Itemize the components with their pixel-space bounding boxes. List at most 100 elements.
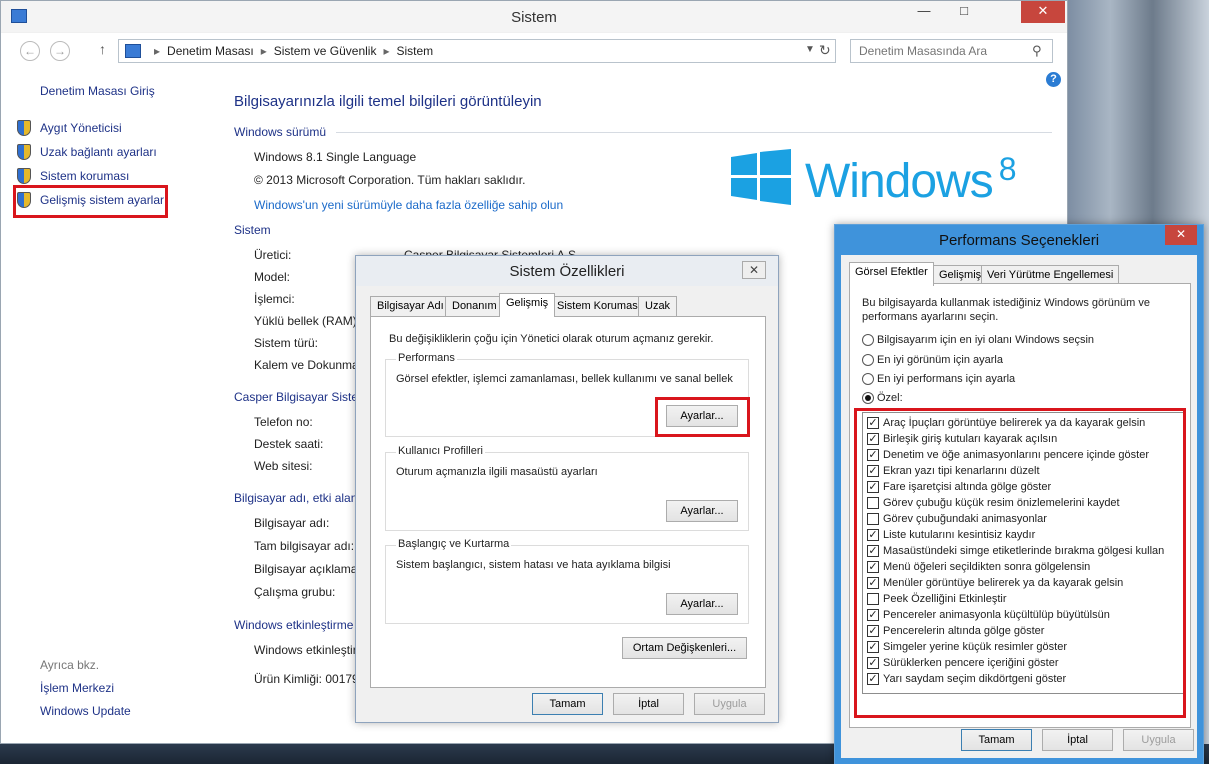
edition-value: Windows 8.1 Single Language [254, 150, 417, 164]
dialog-title: Sistem Özellikleri [509, 263, 625, 280]
forward-arrow-icon[interactable]: → [50, 41, 70, 61]
ok-button[interactable]: Tamam [961, 729, 1032, 751]
row-label: Bilgisayar adı: [254, 516, 330, 530]
row-label: Yüklü bellek (RAM): [254, 314, 361, 328]
description-text: Bu bilgisayarda kullanmak istediğiniz Wi… [862, 297, 1150, 323]
windows-logo-icon [731, 149, 791, 205]
dialog-title: Performans Seçenekleri [938, 232, 1100, 249]
row-label: Model: [254, 270, 291, 284]
row-label: Kalem ve Dokunma: [254, 358, 363, 372]
dialog-title-bar[interactable]: Performans Seçenekleri ✕ [835, 225, 1203, 255]
ok-button[interactable]: Tamam [532, 693, 603, 715]
search-box[interactable]: ⚲ [850, 39, 1053, 63]
tab-visual-effects[interactable]: Görsel Efektler [849, 262, 934, 286]
breadcrumb-item[interactable]: Sistem ve Güvenlik [274, 44, 377, 58]
search-icon[interactable]: ⚲ [1032, 43, 1042, 59]
apply-button[interactable]: Uygula [694, 693, 765, 715]
close-button[interactable]: ✕ [742, 261, 766, 279]
maximize-button[interactable]: □ [947, 1, 981, 23]
system-properties-dialog: Sistem Özellikleri ✕ Bilgisayar Adı Dona… [355, 255, 779, 723]
performance-options-dialog: Performans Seçenekleri ✕ Gelişmiş Veri Y… [834, 224, 1204, 764]
group-user-profiles: Kullanıcı Profilleri Oturum açmanızla il… [385, 445, 749, 531]
startup-settings-button[interactable]: Ayarlar... [666, 593, 738, 615]
help-icon[interactable]: ? [1046, 72, 1061, 87]
group-title: Başlangıç ve Kurtarma [396, 538, 512, 550]
tab-advanced[interactable]: Gelişmiş [933, 265, 988, 285]
tab-remote[interactable]: Uzak [638, 296, 678, 316]
tab-panel: Bu değişikliklerin çoğu için Yönetici ol… [370, 316, 766, 688]
minimize-button[interactable]: — [907, 1, 941, 23]
see-also-label: Ayrıca bkz. [40, 658, 100, 672]
row-label: Bilgisayar açıklaması: [254, 562, 371, 576]
group-text: Oturum açmanızla ilgili masaüstü ayarlar… [396, 466, 598, 478]
tab-advanced[interactable]: Gelişmiş [499, 293, 556, 317]
cancel-button[interactable]: İptal [1042, 729, 1113, 751]
row-label: İşlemci: [254, 292, 295, 306]
row-label: Tam bilgisayar adı: [254, 539, 355, 553]
highlight-box [13, 185, 168, 218]
sidebar-item-remote-settings[interactable]: Uzak bağlantı ayarları [40, 145, 157, 159]
profiles-settings-button[interactable]: Ayarlar... [666, 500, 738, 522]
address-row: ← → ↑ ▸ Denetim Masası ▸ Sistem ve Güvenlik… [1, 39, 1067, 63]
see-also-windows-update[interactable]: Windows Update [40, 704, 131, 718]
breadcrumb-item[interactable]: Denetim Masası [167, 44, 254, 58]
row-label: Web sitesi: [254, 459, 313, 473]
tab-dep[interactable]: Veri Yürütme Engellemesi [981, 265, 1120, 285]
tab-computer-name[interactable]: Bilgisayar Adı [370, 296, 451, 316]
section-heading: Sistem [234, 223, 271, 237]
back-arrow-icon[interactable]: ← [20, 41, 40, 61]
up-arrow-icon[interactable]: ↑ [99, 41, 106, 57]
title-bar[interactable]: Sistem — □ ✕ [1, 1, 1067, 33]
address-bar[interactable]: ▸ Denetim Masası ▸ Sistem ve Güvenlik ▸ Siste… [118, 39, 836, 63]
group-text: Sistem başlangıcı, sistem hatası ve hata… [396, 559, 671, 571]
dialog-title-bar[interactable]: Sistem Özellikleri ✕ [356, 256, 778, 286]
tab-system-protection[interactable]: Sistem Koruması [550, 296, 648, 316]
admin-note: Bu değişikliklerin çoğu için Yönetici ol… [389, 333, 714, 345]
row-label: Üretici: [254, 248, 292, 262]
radio-indicator[interactable] [862, 392, 874, 405]
section-heading: Windows etkinleştirme [234, 618, 354, 632]
page-title: Bilgisayarınızla ilgili temel bilgileri … [234, 93, 542, 110]
sidebar-item-device-manager[interactable]: Aygıt Yöneticisi [40, 121, 122, 135]
row-label: Telefon no: [254, 415, 313, 429]
highlight-box [655, 397, 750, 437]
shield-icon [17, 120, 33, 136]
environment-variables-button[interactable]: Ortam Değişkenleri... [622, 637, 747, 659]
radio-indicator[interactable] [862, 354, 874, 367]
shield-icon [17, 168, 33, 184]
cancel-button[interactable]: İptal [613, 693, 684, 715]
close-button[interactable]: ✕ [1021, 1, 1065, 23]
radio-custom[interactable]: Özel: [862, 392, 903, 405]
sidebar-home-link[interactable]: Denetim Masası Giriş [40, 84, 155, 98]
upgrade-link[interactable]: Windows'un yeni sürümüyle daha fazla öze… [254, 198, 563, 212]
chevron-down-icon[interactable]: ▼ [805, 44, 815, 55]
close-button[interactable]: ✕ [1165, 225, 1197, 245]
radio-best-performance[interactable]: En iyi performans için ayarla [862, 373, 1015, 386]
refresh-icon[interactable]: ↻ [819, 42, 831, 59]
search-input[interactable] [859, 44, 1029, 58]
group-title: Kullanıcı Profilleri [396, 445, 485, 457]
see-also-action-center[interactable]: İşlem Merkezi [40, 681, 114, 695]
shield-icon [17, 144, 33, 160]
sidebar-item-system-protection[interactable]: Sistem koruması [40, 169, 129, 183]
apply-button[interactable]: Uygula [1123, 729, 1194, 751]
divider [336, 132, 1052, 133]
radio-best-appearance[interactable]: En iyi görünüm için ayarla [862, 354, 1003, 367]
breadcrumb-item[interactable]: Sistem [397, 44, 434, 58]
product-id: Ürün Kimliği: 00179 [254, 672, 359, 686]
row-label: Çalışma grubu: [254, 585, 336, 599]
radio-indicator[interactable] [862, 334, 874, 347]
radio-indicator[interactable] [862, 373, 874, 386]
group-title: Performans [396, 352, 457, 364]
row-label: Destek saati: [254, 437, 324, 451]
group-startup-recovery: Başlangıç ve Kurtarma Sistem başlangıcı,… [385, 538, 749, 624]
highlight-box [854, 408, 1186, 718]
group-text: Görsel efektler, işlemci zamanlaması, be… [396, 373, 733, 385]
section-heading: Windows sürümü [234, 125, 327, 139]
computer-icon [125, 44, 141, 58]
radio-let-windows-choose[interactable]: Bilgisayarım için en iyi olanı Windows s… [862, 334, 1094, 347]
row-label: Sistem türü: [254, 336, 319, 350]
tab-hardware[interactable]: Donanım [445, 296, 504, 316]
windows-logo-text: Windows 8 [805, 151, 1017, 208]
section-heading: Bilgisayar adı, etki alanı [234, 491, 361, 505]
